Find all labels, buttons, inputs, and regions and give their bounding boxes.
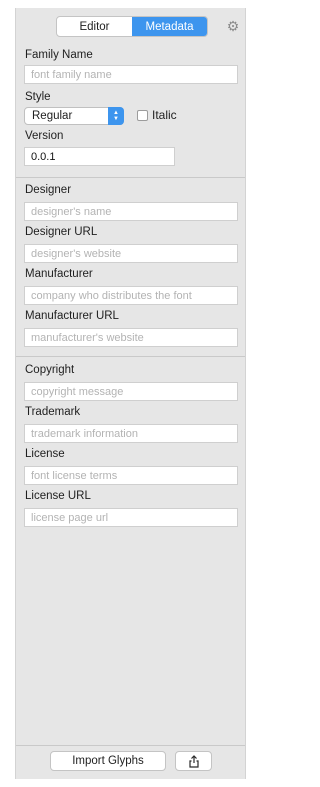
copyright-label: Copyright (25, 364, 75, 376)
license-url-input[interactable] (24, 508, 238, 527)
section-divider (16, 356, 245, 357)
italic-checkbox[interactable] (137, 110, 148, 121)
manufacturer-url-label: Manufacturer URL (25, 310, 119, 322)
copyright-input[interactable] (24, 382, 238, 401)
trademark-label: Trademark (25, 406, 81, 418)
license-label: License (25, 448, 65, 460)
style-label: Style (25, 91, 51, 103)
manufacturer-input[interactable] (24, 286, 238, 305)
designer-label: Designer (25, 184, 72, 196)
section-divider (16, 177, 245, 178)
license-input[interactable] (24, 466, 238, 485)
designer-url-label: Designer URL (25, 226, 98, 238)
chevron-updown-icon: ▲ ▼ (108, 107, 124, 125)
tab-bar: Editor Metadata (56, 16, 208, 37)
export-button[interactable] (175, 751, 212, 771)
gear-icon[interactable]: ⚙ (226, 19, 240, 33)
trademark-input[interactable] (24, 424, 238, 443)
family-name-label: Family Name (25, 49, 93, 61)
metadata-panel: Editor Metadata ⚙ Family Name Style Regu… (15, 8, 246, 779)
version-label: Version (25, 130, 64, 142)
style-select-value: Regular (32, 110, 73, 122)
designer-input[interactable] (24, 202, 238, 221)
share-icon (188, 754, 199, 768)
footer-divider (16, 745, 245, 746)
import-glyphs-button[interactable]: Import Glyphs (50, 751, 166, 771)
family-name-input[interactable] (24, 65, 238, 84)
manufacturer-label: Manufacturer (25, 268, 93, 280)
manufacturer-url-input[interactable] (24, 328, 238, 347)
tab-editor[interactable]: Editor (57, 17, 132, 36)
version-input[interactable] (24, 147, 175, 166)
tab-metadata[interactable]: Metadata (132, 17, 207, 36)
license-url-label: License URL (25, 490, 91, 502)
style-select[interactable]: Regular ▲ ▼ (24, 107, 124, 125)
designer-url-input[interactable] (24, 244, 238, 263)
italic-label[interactable]: Italic (152, 108, 177, 122)
